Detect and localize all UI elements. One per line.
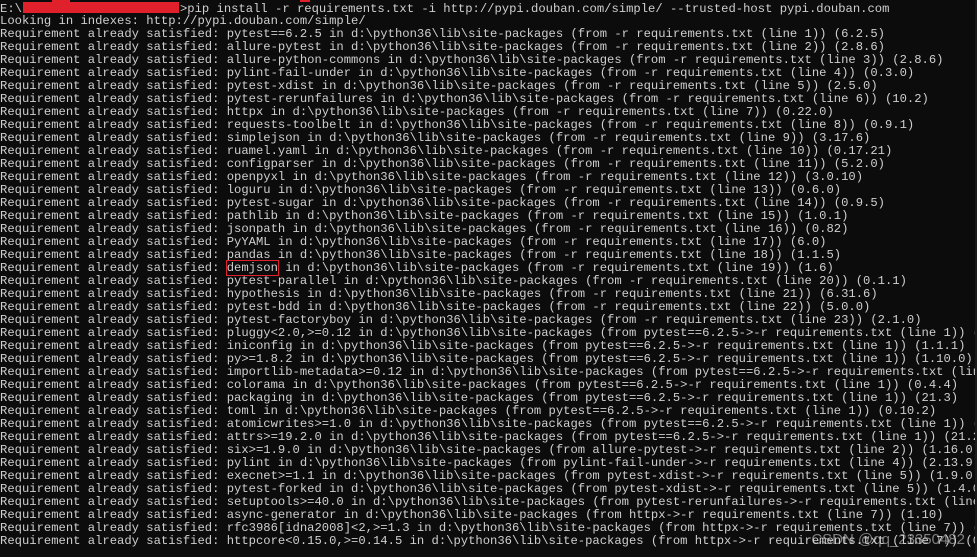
highlighted-package: demjson: [225, 260, 279, 276]
terminal-window[interactable]: E:\ >pip install -r requirements.txt -i h…: [0, 0, 977, 557]
redacted-path: [22, 2, 179, 13]
output-line-prefix: Requirement already satisfied:: [0, 261, 227, 275]
watermark: CSDN @qq_23350482: [811, 531, 965, 548]
output-lines: Looking in indexes: http://pypi.douban.c…: [0, 15, 977, 548]
output-line-suffix: in d:\python36\lib\site-packages (from -…: [277, 261, 834, 275]
